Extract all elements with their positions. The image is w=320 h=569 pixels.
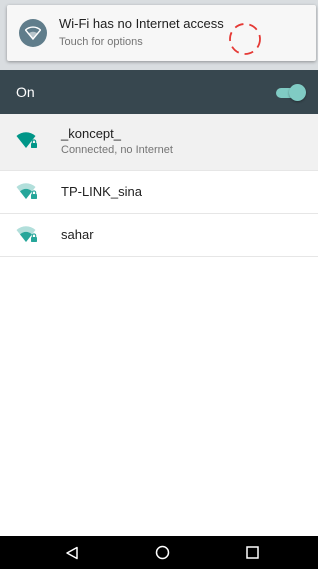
- wifi-icon: [19, 19, 47, 47]
- network-item[interactable]: sahar: [0, 214, 318, 257]
- recents-icon[interactable]: [232, 536, 272, 569]
- navigation-bar: [0, 536, 318, 569]
- notification-title: Wi-Fi has no Internet access: [59, 16, 224, 31]
- wifi-signal-lock-icon: [16, 183, 37, 199]
- network-list: _koncept_ Connected, no Internet TP-LINK…: [0, 114, 318, 257]
- tap-indicator-circle: [229, 23, 261, 55]
- toggle-thumb: [289, 84, 306, 101]
- back-icon[interactable]: [52, 536, 92, 569]
- home-icon[interactable]: [142, 536, 182, 569]
- network-status: Connected, no Internet: [61, 144, 173, 156]
- wifi-switch-bar[interactable]: On: [0, 70, 318, 114]
- wifi-switch-label: On: [16, 84, 35, 100]
- wifi-signal-lock-icon: [16, 226, 37, 242]
- network-ssid: _koncept_: [61, 126, 121, 141]
- no-internet-notification[interactable]: Wi-Fi has no Internet access Touch for o…: [7, 5, 316, 61]
- network-ssid: sahar: [61, 227, 94, 242]
- network-item[interactable]: _koncept_ Connected, no Internet: [0, 114, 318, 171]
- notification-subtitle: Touch for options: [59, 36, 143, 48]
- network-item[interactable]: TP-LINK_sina: [0, 171, 318, 214]
- network-ssid: TP-LINK_sina: [61, 184, 142, 199]
- wifi-signal-lock-icon: [16, 132, 37, 148]
- wifi-toggle[interactable]: [274, 82, 306, 102]
